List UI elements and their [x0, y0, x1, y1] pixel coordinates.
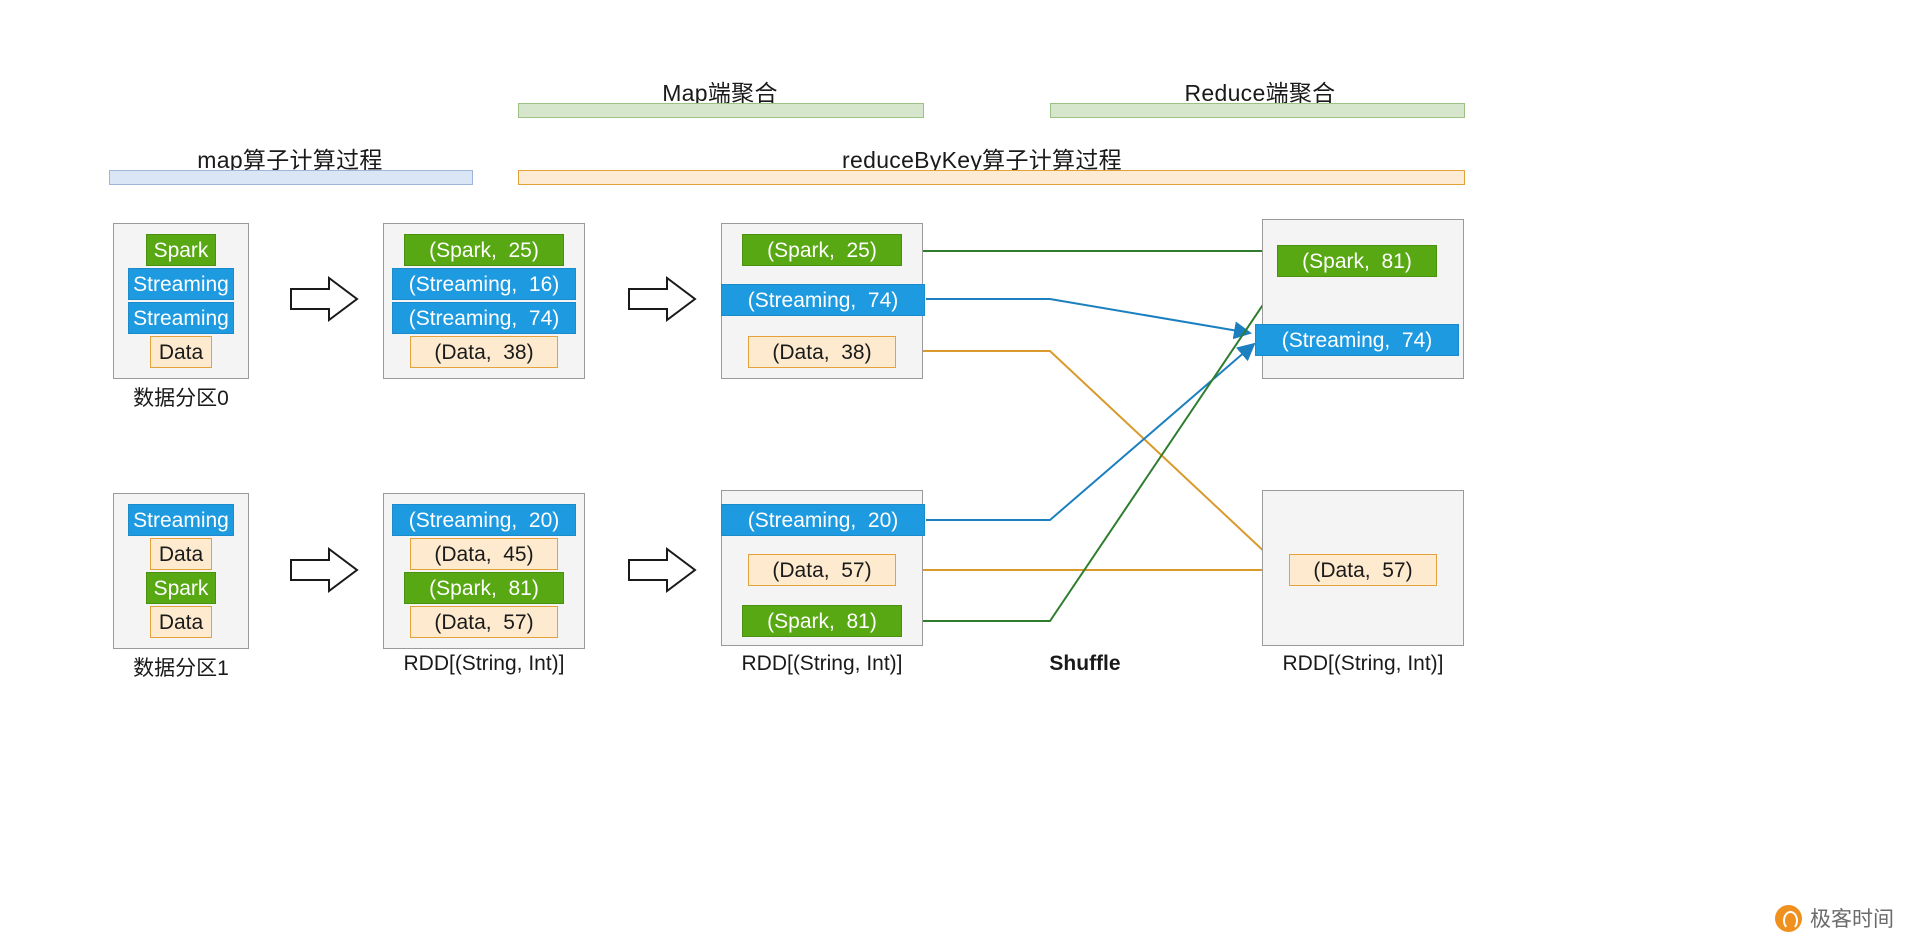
block-arrow-map-partition1 [290, 547, 359, 593]
shuffle-line-spark-top [906, 245, 1281, 263]
shuffle-line-data-top [898, 350, 1286, 572]
watermark-text: 极客时间 [1810, 908, 1894, 931]
watermark: 极客时间 [1775, 903, 1894, 933]
block-arrow-agg-partition1 [628, 547, 697, 593]
chip-mapped1-1[interactable]: (Data, 45) [410, 538, 558, 570]
chip-partition0-3[interactable]: Data [150, 336, 212, 368]
watermark-logo-icon [1775, 904, 1802, 932]
chip-mapped1-2[interactable]: (Spark, 81) [404, 572, 564, 604]
header-bar-map-stage [109, 170, 473, 185]
chip-partition0-1[interactable]: Streaming [128, 268, 234, 300]
chip-reduced1-0[interactable]: (Data, 57) [1289, 554, 1437, 586]
chip-mapped0-0[interactable]: (Spark, 25) [404, 234, 564, 266]
caption-aggregated0: RDD[(String, Int)] [741, 652, 903, 675]
block-arrow-agg-partition0 [628, 276, 697, 322]
chip-aggregated0-2[interactable]: (Data, 38) [748, 336, 896, 368]
caption-reduced1: RDD[(String, Int)] [1282, 652, 1444, 675]
chip-aggregated1-2[interactable]: (Spark, 81) [742, 605, 902, 637]
chip-mapped1-0[interactable]: (Streaming, 20) [392, 504, 576, 536]
shuffle-line-streaming-bottom [926, 342, 1256, 521]
chip-mapped1-3[interactable]: (Data, 57) [410, 606, 558, 638]
shuffle-line-streaming-top [926, 298, 1252, 340]
shuffle-label: Shuffle [1049, 652, 1121, 675]
caption-partition1: 数据分区1 [133, 657, 229, 680]
header-bar-reduce-by-key-stage [518, 170, 1465, 185]
chip-mapped0-1[interactable]: (Streaming, 16) [392, 268, 576, 300]
chip-aggregated0-0[interactable]: (Spark, 25) [742, 234, 902, 266]
diagram-canvas: Map端聚合 Reduce端聚合 map算子计算过程 reduceByKey算子… [0, 0, 1920, 951]
chip-mapped0-3[interactable]: (Data, 38) [410, 336, 558, 368]
block-arrow-map-partition0 [290, 276, 359, 322]
shuffle-line-spark-bottom [903, 273, 1285, 622]
chip-reduced0-1[interactable]: (Streaming, 74) [1255, 324, 1459, 356]
chip-aggregated1-0[interactable]: (Streaming, 20) [721, 504, 925, 536]
header-bar-map-side-aggregation [518, 103, 924, 118]
chip-partition1-0[interactable]: Streaming [128, 504, 234, 536]
chip-partition1-2[interactable]: Spark [146, 572, 216, 604]
caption-mapped1: RDD[(String, Int)] [403, 652, 565, 675]
chip-mapped0-2[interactable]: (Streaming, 74) [392, 302, 576, 334]
chip-partition1-1[interactable]: Data [150, 538, 212, 570]
header-bar-reduce-side-aggregation [1050, 103, 1465, 118]
caption-partition0: 数据分区0 [133, 387, 229, 410]
chip-partition0-0[interactable]: Spark [146, 234, 216, 266]
chip-aggregated0-1[interactable]: (Streaming, 74) [721, 284, 925, 316]
chip-reduced0-0[interactable]: (Spark, 81) [1277, 245, 1437, 277]
chip-aggregated1-1[interactable]: (Data, 57) [748, 554, 896, 586]
chip-partition1-3[interactable]: Data [150, 606, 212, 638]
chip-partition0-2[interactable]: Streaming [128, 302, 234, 334]
